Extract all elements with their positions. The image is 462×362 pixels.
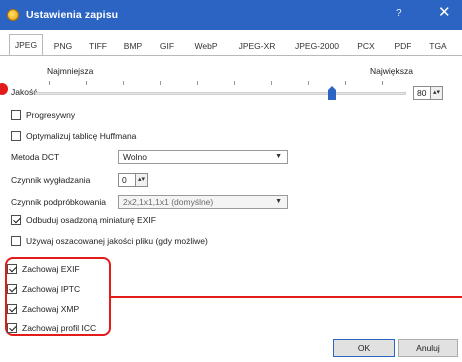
checkbox-box[interactable] (11, 131, 21, 141)
close-icon[interactable]: ✕ (438, 5, 451, 20)
checkbox-box[interactable] (7, 284, 17, 294)
window-title: Ustawienia zapisu (26, 9, 119, 21)
tab-bmp[interactable]: BMP (118, 37, 148, 55)
highlight-connector-line (111, 296, 462, 298)
use-estimated-quality-label: Używaj oszacowanej jakości pliku (gdy mo… (26, 236, 208, 246)
checkbox-box[interactable] (7, 264, 17, 274)
smoothing-value: 0 (122, 175, 127, 185)
dct-method-select[interactable]: Wolno ▼ (118, 150, 288, 164)
rebuild-exif-thumbnail-checkbox[interactable]: Odbuduj osadzoną miniaturę EXIF (11, 214, 211, 226)
tab-jpeg-2000[interactable]: JPEG-2000 (288, 37, 346, 55)
use-estimated-quality-checkbox[interactable]: Używaj oszacowanej jakości pliku (gdy mo… (11, 235, 251, 247)
quality-slider-thumb[interactable] (327, 86, 336, 100)
keep-iptc-label: Zachowaj IPTC (22, 284, 81, 294)
smoothing-spinner[interactable]: 0 ▴▾ (118, 173, 148, 187)
tab-png[interactable]: PNG (48, 37, 78, 55)
cancel-button[interactable]: Anuluj (398, 339, 458, 357)
slider-tick (86, 81, 87, 85)
keep-iptc-checkbox[interactable]: Zachowaj IPTC (7, 283, 107, 295)
optimize-huffman-label: Optymalizuj tablicę Huffmana (26, 131, 137, 141)
checkbox-box[interactable] (11, 236, 21, 246)
tab-tga[interactable]: TGA (423, 37, 453, 55)
keep-xmp-checkbox[interactable]: Zachowaj XMP (7, 303, 107, 315)
ok-button[interactable]: OK (333, 339, 395, 357)
slider-tick (382, 81, 383, 85)
quality-label: Jakość (11, 87, 38, 97)
progressive-label: Progresywny (26, 110, 76, 120)
quality-max-label: Największa (370, 66, 413, 76)
slider-tick (197, 81, 198, 85)
keep-icc-profile-checkbox[interactable]: Zachowaj profil ICC (7, 322, 111, 334)
slider-tick (308, 81, 309, 85)
chevron-down-icon: ▼ (275, 198, 282, 205)
format-tabs: JPEG PNG TIFF BMP GIF WebP JPEG-XR JPEG-… (0, 34, 462, 56)
slider-tick (271, 81, 272, 85)
slider-tick (123, 81, 124, 85)
quality-spinner[interactable]: 80 ▴▾ (413, 86, 443, 100)
slider-tick (345, 81, 346, 85)
chevron-down-icon: ▼ (275, 153, 282, 160)
subsampling-value: 2x2,1x1,1x1 (domyślne) (123, 197, 214, 207)
checkbox-box[interactable] (7, 323, 17, 333)
keep-exif-checkbox[interactable]: Zachowaj EXIF (7, 263, 107, 275)
slider-tick (160, 81, 161, 85)
keep-xmp-label: Zachowaj XMP (22, 304, 80, 314)
keep-icc-profile-label: Zachowaj profil ICC (22, 323, 97, 333)
app-icon (7, 9, 19, 21)
dct-method-value: Wolno (123, 152, 147, 162)
tab-gif[interactable]: GIF (153, 37, 181, 55)
subsampling-select[interactable]: 2x2,1x1,1x1 (domyślne) ▼ (118, 195, 288, 209)
progressive-checkbox[interactable]: Progresywny (11, 109, 131, 121)
keep-exif-label: Zachowaj EXIF (22, 264, 80, 274)
slider-tick (234, 81, 235, 85)
checkbox-box[interactable] (7, 304, 17, 314)
quality-min-label: Najmniejsza (47, 66, 94, 76)
help-button[interactable]: ? (396, 8, 402, 19)
optimize-huffman-checkbox[interactable]: Optymalizuj tablicę Huffmana (11, 130, 191, 142)
title-bar: Ustawienia zapisu ? ✕ (0, 0, 462, 30)
smoothing-label: Czynnik wygładzania (11, 175, 91, 185)
spin-updown-icon[interactable]: ▴▾ (430, 87, 442, 99)
slider-tick (49, 81, 50, 85)
rebuild-exif-thumbnail-label: Odbuduj osadzoną miniaturę EXIF (26, 215, 156, 225)
tab-pcx[interactable]: PCX (351, 37, 381, 55)
subsampling-label: Czynnik podpróbkowania (11, 197, 106, 207)
checkbox-box[interactable] (11, 110, 21, 120)
quality-value: 80 (417, 88, 427, 98)
tab-jpeg[interactable]: JPEG (9, 34, 43, 56)
highlight-marker (0, 83, 8, 95)
tab-pdf[interactable]: PDF (388, 37, 418, 55)
tab-jpeg-xr[interactable]: JPEG-XR (232, 37, 282, 55)
tab-tiff[interactable]: TIFF (83, 37, 113, 55)
tabs-divider (0, 55, 462, 56)
spin-updown-icon[interactable]: ▴▾ (135, 174, 147, 186)
checkbox-box[interactable] (11, 215, 21, 225)
quality-slider-track[interactable] (35, 92, 406, 95)
dct-label: Metoda DCT (11, 152, 60, 162)
tab-webp[interactable]: WebP (186, 37, 226, 55)
